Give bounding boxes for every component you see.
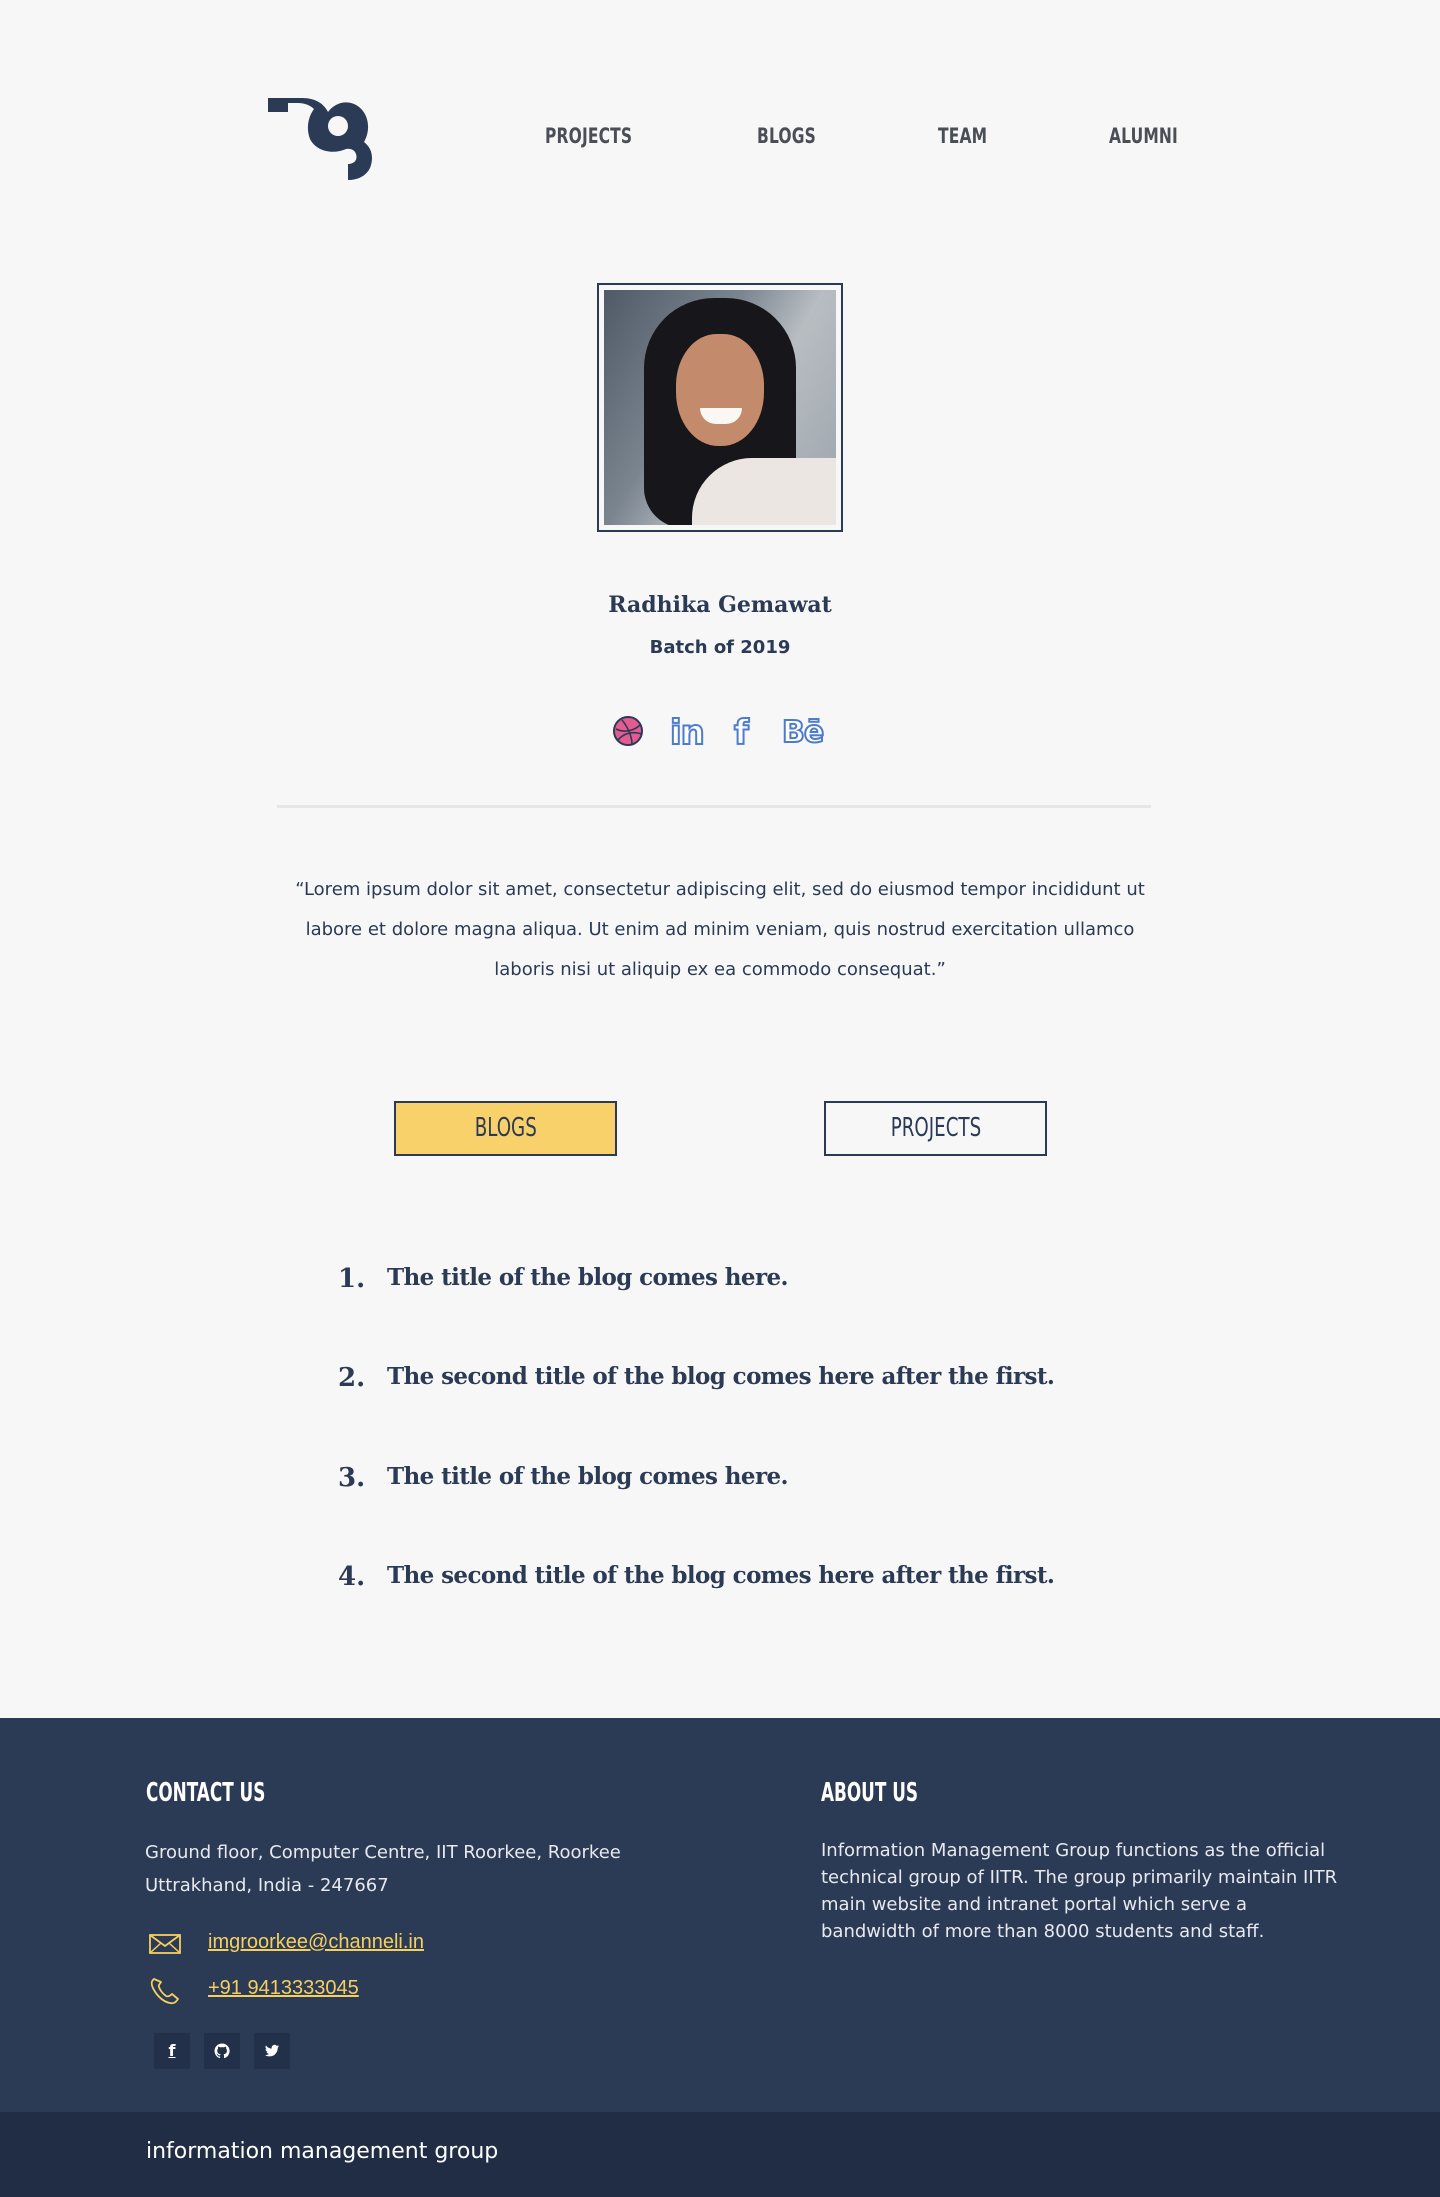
profile-quote: “Lorem ipsum dolor sit amet, consectetur… [295, 879, 1145, 980]
profile-social-links: in f Bē [0, 714, 1440, 752]
about-text: Information Management Group functions a… [821, 1840, 1338, 1942]
nav-alumni[interactable]: ALUMNI [1109, 124, 1178, 148]
behance-icon[interactable]: Bē [781, 714, 830, 751]
profile-photo-frame [597, 283, 843, 532]
profile-name: Radhika Gemawat [608, 592, 832, 618]
footer-twitter-icon[interactable] [254, 2033, 290, 2069]
bottom-bar: information management group [0, 2112, 1440, 2197]
profile-photo [604, 290, 836, 525]
blog-title-link[interactable]: The title of the blog comes here. [387, 1463, 789, 1490]
tab-projects[interactable]: PROJECTS [824, 1101, 1047, 1156]
blog-number: 4. [338, 1562, 366, 1592]
mail-icon [149, 1934, 181, 1954]
contact-address: Ground floor, Computer Centre, IIT Roork… [145, 1836, 705, 1902]
nav-team[interactable]: TEAM [938, 124, 987, 148]
main-nav: PROJECTS BLOGS TEAM ALUMNI [0, 124, 1440, 154]
footer-github-icon[interactable] [204, 2033, 240, 2069]
address-line-1: Ground floor, Computer Centre, IIT Roork… [145, 1842, 621, 1863]
contact-phone-link[interactable]: +91 9413333045 [208, 1977, 359, 2000]
phone-icon [150, 1978, 179, 2005]
blog-number: 3. [338, 1463, 366, 1493]
blog-list: 1. The title of the blog comes here. 2. … [338, 1258, 1138, 1655]
facebook-icon[interactable]: f [733, 714, 758, 752]
linkedin-icon[interactable]: in [669, 714, 710, 752]
list-item: 1. The title of the blog comes here. [338, 1258, 1138, 1357]
bottom-bar-text: information management group [146, 2139, 499, 2164]
nav-blogs[interactable]: BLOGS [757, 124, 816, 148]
contact-heading: CONTACT US [146, 1778, 266, 1808]
list-item: 2. The second title of the blog comes he… [338, 1357, 1138, 1457]
blog-title-link[interactable]: The title of the blog comes here. [387, 1264, 789, 1291]
footer-facebook-icon[interactable]: f [154, 2033, 190, 2069]
blog-number: 1. [338, 1264, 366, 1294]
list-item: 4. The second title of the blog comes he… [338, 1556, 1138, 1655]
about-heading: ABOUT US [821, 1778, 919, 1808]
nav-projects[interactable]: PROJECTS [545, 124, 632, 148]
list-item: 3. The title of the blog comes here. [338, 1457, 1138, 1556]
address-line-2: Uttrakhand, India - 247667 [145, 1875, 389, 1896]
tab-blogs[interactable]: BLOGS [394, 1101, 617, 1156]
section-divider [277, 805, 1151, 808]
profile-batch: Batch of 2019 [649, 637, 791, 658]
dribbble-icon[interactable] [612, 715, 644, 747]
contact-email-link[interactable]: imgroorkee@channeli.in [208, 1931, 424, 1954]
blog-title-link[interactable]: The second title of the blog comes here … [387, 1363, 1055, 1390]
blog-title-link[interactable]: The second title of the blog comes here … [387, 1562, 1055, 1589]
blog-number: 2. [338, 1363, 366, 1393]
